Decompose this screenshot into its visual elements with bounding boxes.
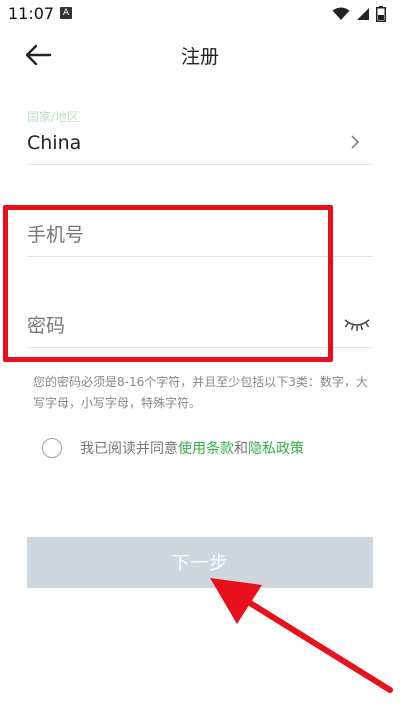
next-button[interactable]: 下一步 (27, 537, 373, 588)
battery-icon (376, 6, 386, 22)
agreement-prefix: 我已阅读并同意 (80, 441, 178, 457)
app-header: 注册 (0, 28, 400, 82)
agreement-and: 和 (234, 441, 248, 457)
agreement-checkbox[interactable] (42, 438, 62, 458)
region-value: China (27, 132, 82, 154)
status-bar: 11:07 A (0, 0, 400, 28)
region-selector[interactable]: China (27, 128, 373, 165)
status-time: 11:07 (8, 4, 55, 23)
chevron-right-icon (351, 135, 360, 149)
status-icons (332, 6, 386, 22)
agreement-text: 我已阅读并同意使用条款和隐私政策 (80, 438, 304, 458)
password-hint: 您的密码必须是8-16个字符，并且至少包括以下3类：数字，大写字母，小写字母，特… (33, 375, 368, 410)
annotation-highlight-box (3, 205, 333, 362)
terms-link[interactable]: 使用条款 (178, 441, 234, 457)
region-label: 国家/地区 (27, 110, 80, 124)
page-title: 注册 (180, 46, 219, 68)
eye-closed-icon[interactable] (343, 315, 371, 333)
privacy-link[interactable]: 隐私政策 (248, 441, 304, 457)
signal-icon (357, 8, 369, 20)
agreement-row: 我已阅读并同意使用条款和隐私政策 (42, 436, 304, 460)
notification-icon: A (60, 7, 72, 19)
wifi-icon (332, 7, 350, 20)
